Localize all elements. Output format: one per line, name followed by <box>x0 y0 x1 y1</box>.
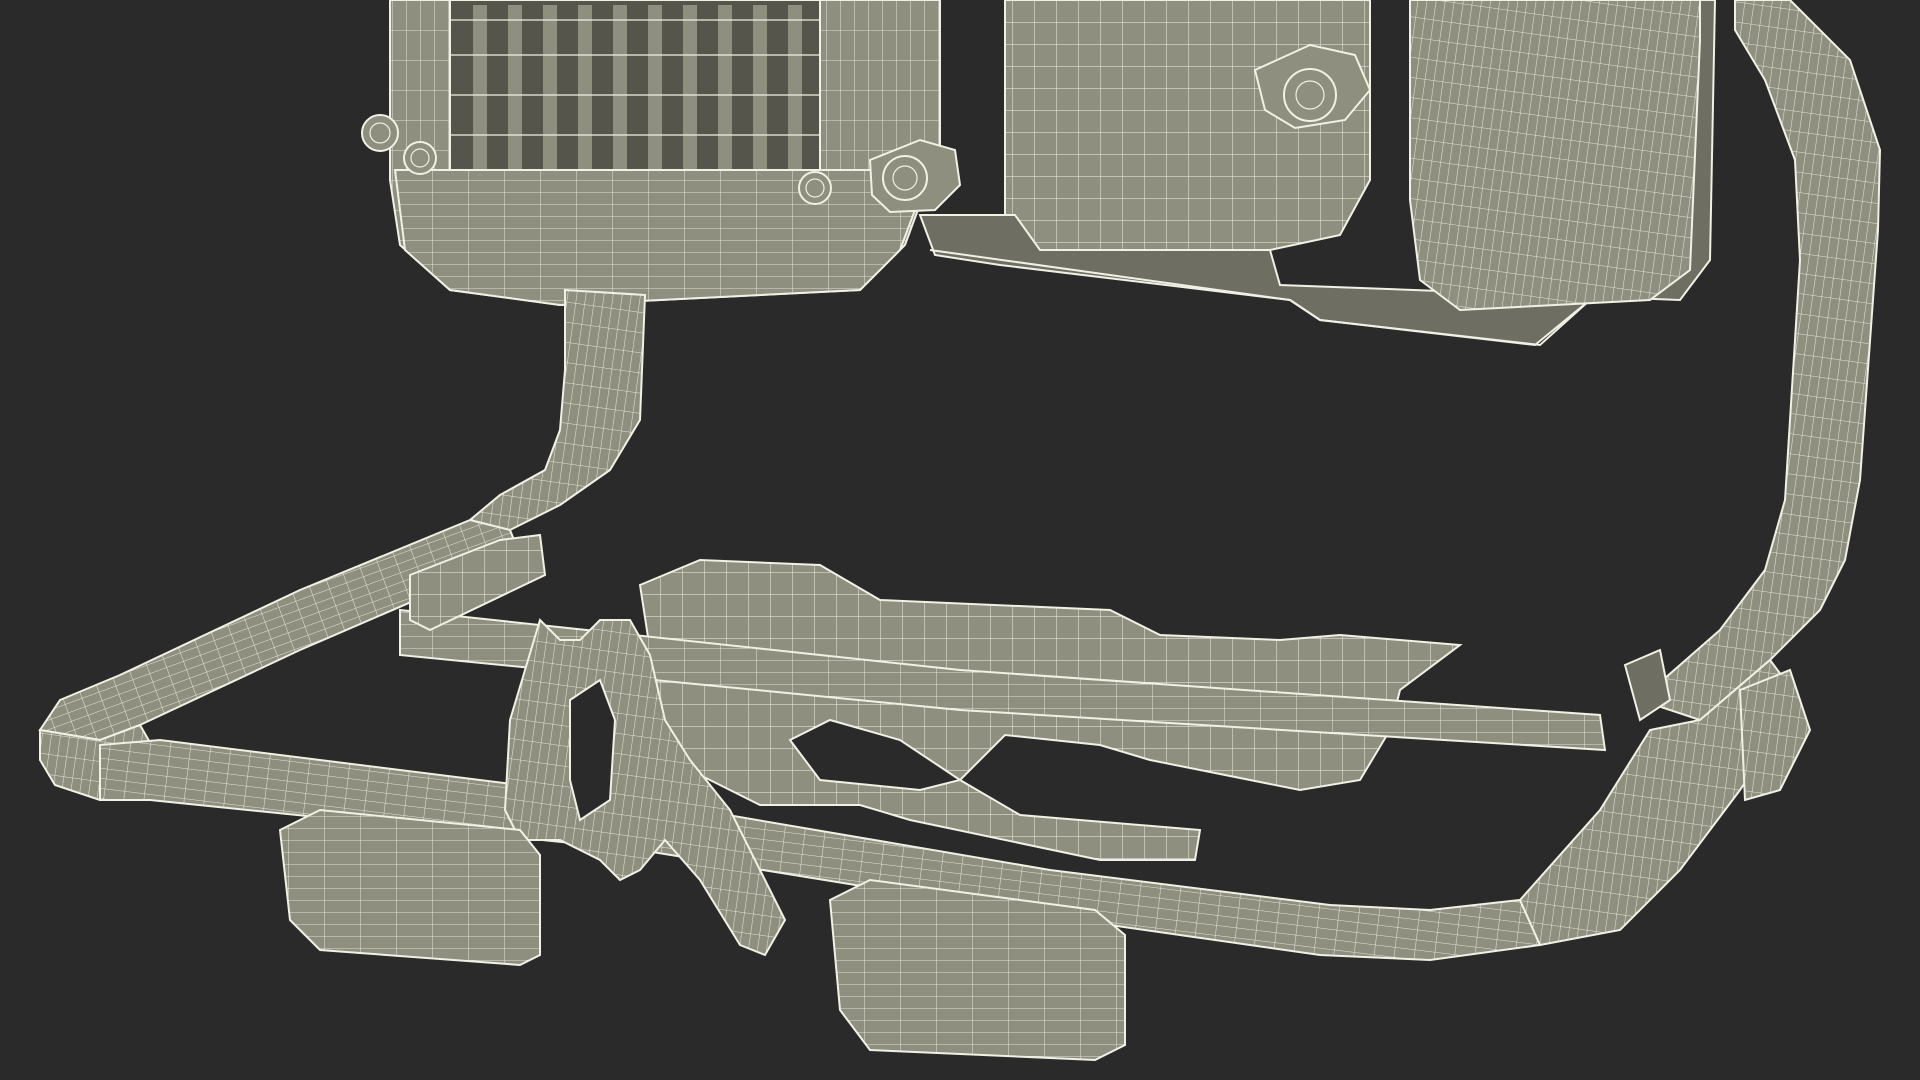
left-lamp-head <box>389 0 941 307</box>
right-lamp-head <box>1409 0 1701 312</box>
render-viewport <box>0 0 1920 1080</box>
wireframe-model <box>38 0 1882 1062</box>
left-support-post <box>467 288 647 532</box>
middle-lamp-head <box>1004 0 1372 251</box>
